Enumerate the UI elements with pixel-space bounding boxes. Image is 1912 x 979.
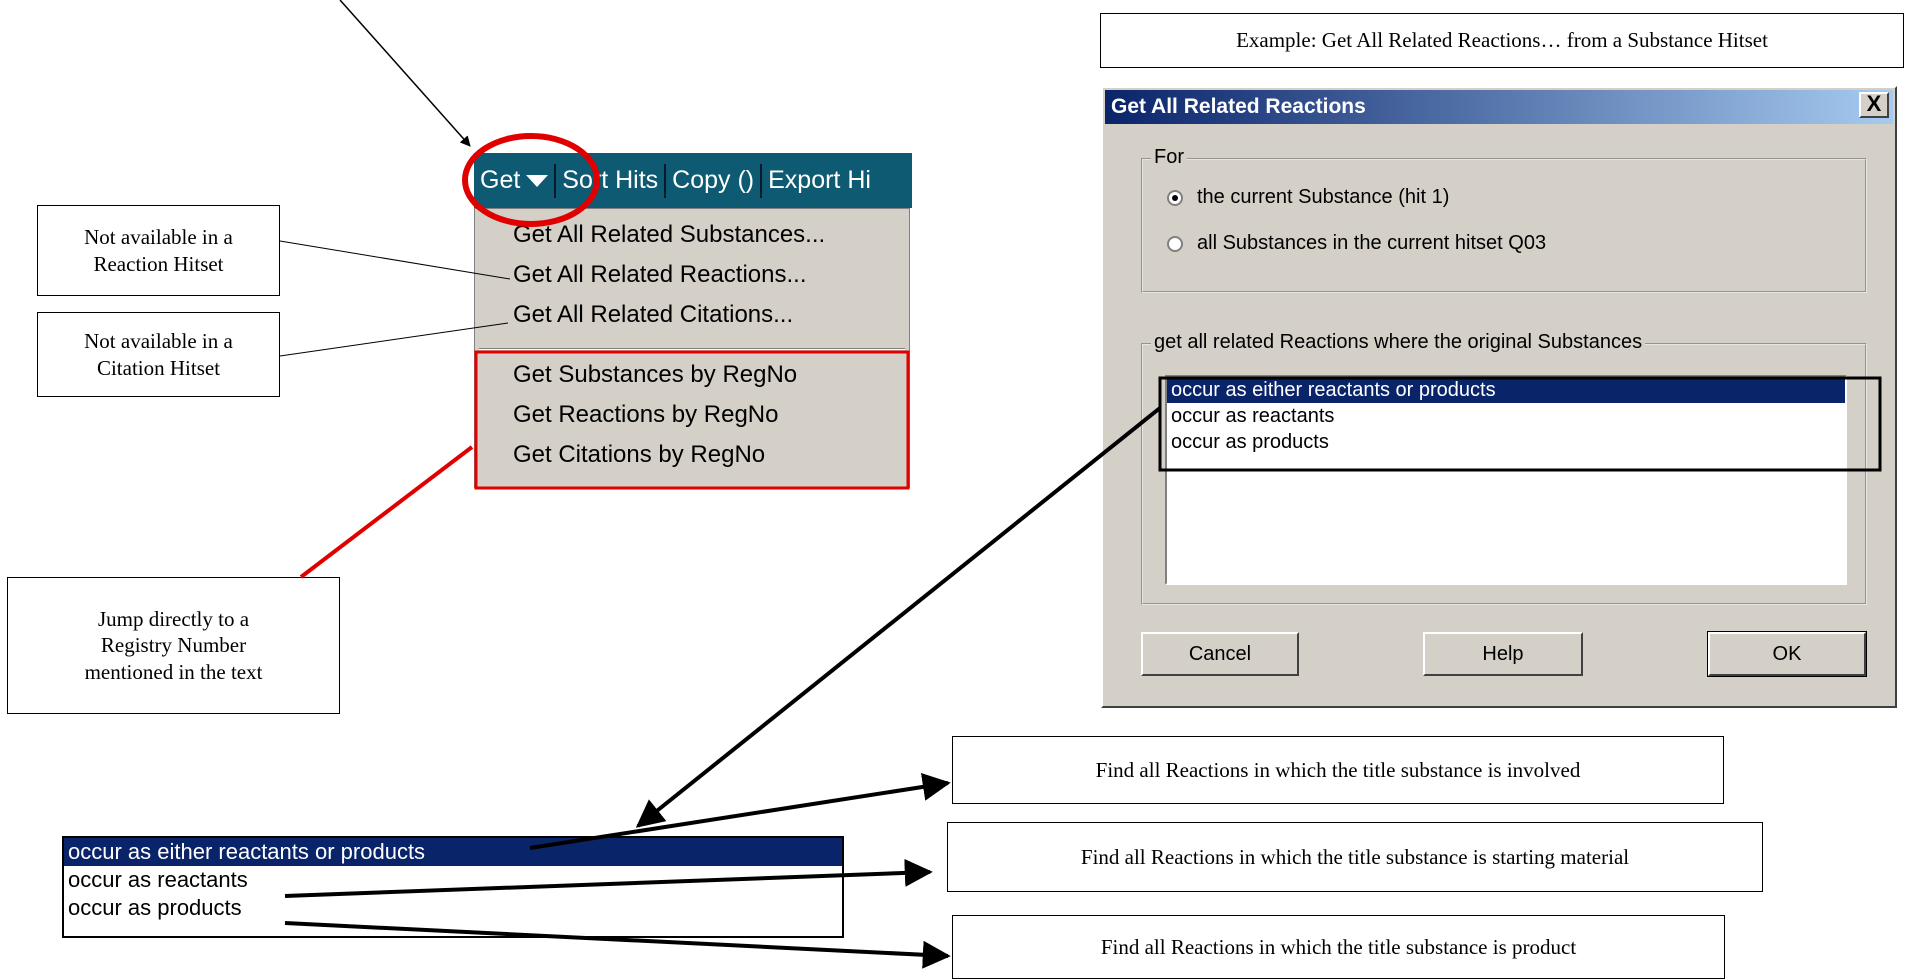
get-label: Get [480,166,521,194]
callout-line: Reaction Hitset [93,251,224,276]
callout-line: Jump directly to a [97,607,250,632]
cancel-button[interactable]: Cancel [1141,632,1299,676]
get-related-reactions-dialog: Get All Related Reactions X For the curr… [1101,86,1897,708]
red-leader-line [299,445,474,579]
help-button[interactable]: Help [1423,632,1583,676]
dialog-title: Get All Related Reactions [1111,95,1366,118]
callout-line: Not available in a [84,329,233,354]
starting-material-callout: Find all Reactions in which the title su… [947,822,1763,892]
menu-item-related-substances[interactable]: Get All Related Substances... [513,221,825,249]
radio-selected-dot [1172,194,1178,201]
list-item[interactable]: occur as reactants [1167,403,1845,429]
export-hits-button[interactable]: Export Hi [762,166,877,195]
for-group-label: For [1151,146,1187,169]
list-item: occur as products [68,895,242,920]
radio-label: the current Substance (hit 1) [1197,186,1450,208]
callout-text: Find all Reactions in which the title su… [1100,934,1577,959]
reaction-role-listbox[interactable]: occur as either reactants or products oc… [1165,375,1847,585]
for-group: For the current Substance (hit 1) all Su… [1141,146,1867,293]
sort-hits-button[interactable]: Sort Hits [556,166,664,195]
citation-hitset-callout: Not available in a Citation Hitset [37,312,280,397]
radio-button-icon [1167,235,1183,252]
involved-callout: Find all Reactions in which the title su… [952,736,1724,804]
callout-text: Find all Reactions in which the title su… [1095,757,1581,782]
reaction-role-group: get all related Reactions where the orig… [1141,331,1867,605]
get-menu-button[interactable]: Get [474,166,554,195]
radio-current-substance[interactable]: the current Substance (hit 1) [1167,186,1449,209]
close-button[interactable]: X [1859,92,1889,118]
get-dropdown-menu: Get All Related Substances... Get All Re… [474,208,910,488]
example-callout-text: Example: Get All Related Reactions… from… [1236,28,1768,53]
list-item: occur as reactants [68,867,248,892]
menu-item-substances-by-regno[interactable]: Get Substances by RegNo [513,361,797,389]
list-item: occur as either reactants or products [64,838,842,866]
example-callout: Example: Get All Related Reactions… from… [1100,13,1904,68]
menu-divider [479,348,905,350]
reaction-role-group-label: get all related Reactions where the orig… [1151,331,1646,354]
jump-regno-callout: Jump directly to a Registry Number menti… [7,577,340,714]
ok-button[interactable]: OK [1707,631,1867,677]
radio-button-icon [1167,189,1183,206]
product-callout: Find all Reactions in which the title su… [952,915,1725,979]
list-item[interactable]: occur as either reactants or products [1167,377,1845,403]
callout-line: Registry Number [100,633,247,658]
menu-item-citations-by-regno[interactable]: Get Citations by RegNo [513,441,765,469]
menu-item-related-citations[interactable]: Get All Related Citations... [513,301,793,329]
pointer-arrow [339,0,471,147]
reaction-hitset-callout: Not available in a Reaction Hitset [37,205,280,296]
callout-line: Not available in a [84,225,233,250]
radio-label: all Substances in the current hitset Q03 [1197,232,1547,254]
menu-item-reactions-by-regno[interactable]: Get Reactions by RegNo [513,401,778,429]
callout-line: Citation Hitset [96,355,221,380]
hitset-toolbar: Get Sort Hits Copy () Export Hi [474,153,912,208]
menu-item-related-reactions[interactable]: Get All Related Reactions... [513,261,806,289]
radio-all-substances[interactable]: all Substances in the current hitset Q03 [1167,232,1546,255]
callout-line: mentioned in the text [84,659,263,684]
copy-button[interactable]: Copy () [666,166,760,195]
list-item[interactable]: occur as products [1167,429,1845,455]
enlarged-options-list: occur as either reactants or products oc… [62,836,844,938]
callout-text: Find all Reactions in which the title su… [1080,844,1630,869]
dropdown-arrow-icon [526,175,549,188]
dialog-titlebar: Get All Related Reactions [1105,90,1893,124]
